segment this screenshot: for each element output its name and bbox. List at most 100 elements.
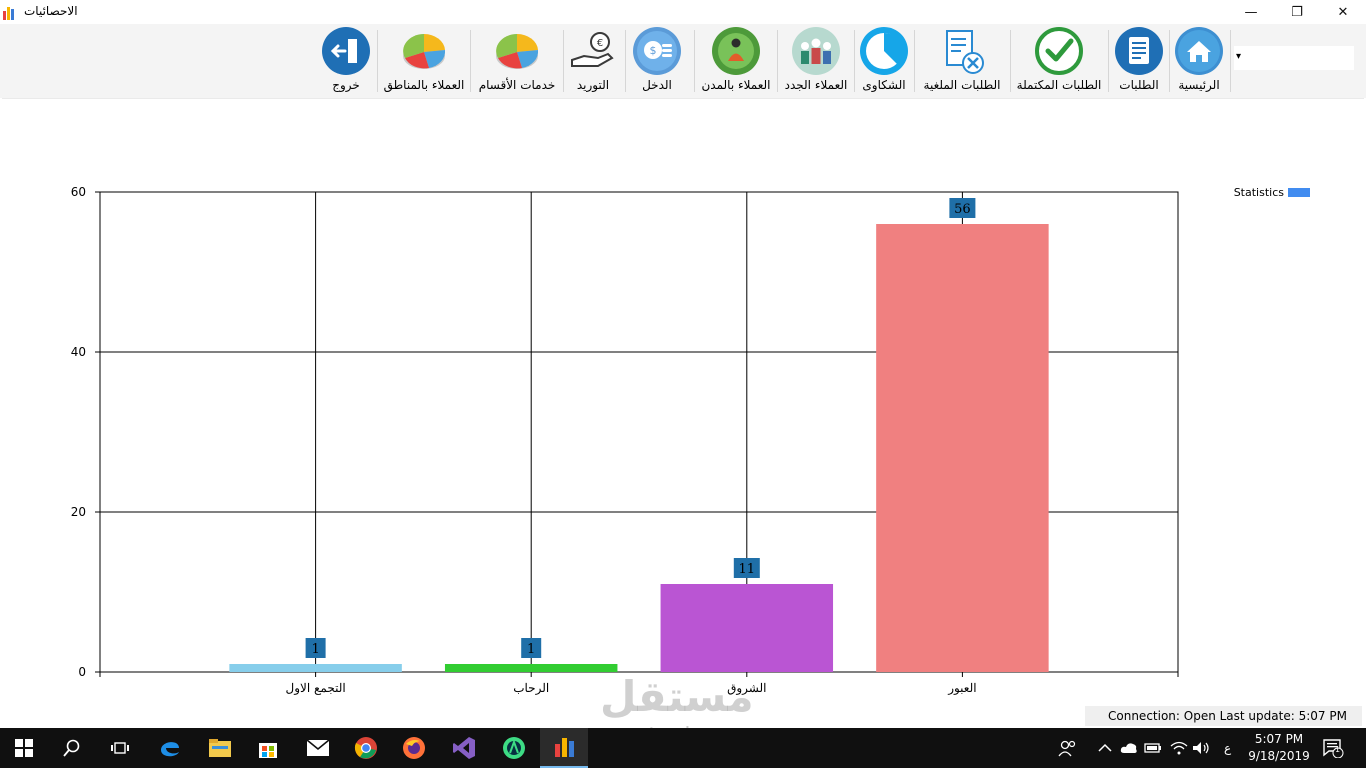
file-explorer-icon <box>209 739 231 757</box>
toolbar-separator <box>377 30 378 92</box>
input-language[interactable]: ع <box>1224 728 1231 768</box>
mail-icon <box>306 739 330 756</box>
store-icon <box>259 743 277 758</box>
department-services-button[interactable]: خدمات الأقسام <box>474 24 560 94</box>
bar <box>660 584 834 672</box>
window-title: الاحصائيات <box>24 4 78 18</box>
legend-label: Statistics <box>1234 186 1285 199</box>
people-icon <box>1058 740 1076 757</box>
wifi-icon <box>1170 741 1188 755</box>
complaints-button[interactable]: الشكاوى <box>857 24 911 94</box>
battery-tray[interactable] <box>1144 728 1162 768</box>
clock-time: 5:07 PM <box>1254 732 1304 746</box>
cancelled-requests-button[interactable]: الطلبات الملغية <box>918 24 1006 94</box>
pie-chart-icon <box>403 33 446 69</box>
income-button[interactable]: $ الدخل <box>630 24 684 94</box>
stats-app-taskbar-button[interactable] <box>540 728 588 768</box>
firefox-icon <box>403 737 425 759</box>
exit-button[interactable]: خروج <box>318 24 374 94</box>
chevron-down-icon[interactable]: ▾ <box>1236 51 1241 62</box>
new-customers-label: العملاء الجدد <box>784 78 848 92</box>
notification-icon <box>1323 739 1344 758</box>
toolbar-separator <box>694 30 695 92</box>
visual-studio-button[interactable] <box>440 728 488 768</box>
people-icon-wrap[interactable] <box>1058 728 1078 768</box>
complaints-label: الشكاوى <box>862 78 906 92</box>
taskbar: ع 5:07 PM 9/18/2019 1 <box>0 728 1366 768</box>
hand-money-icon: € <box>571 32 614 67</box>
cancelled-requests-label: الطلبات الملغية <box>923 78 1001 92</box>
edge-button[interactable] <box>146 728 194 768</box>
start-icon <box>15 739 33 757</box>
home-icon <box>1175 27 1223 75</box>
exit-label: خروج <box>332 78 360 92</box>
minimize-button[interactable]: — <box>1228 0 1274 24</box>
x-tick-label: الرحاب <box>513 681 549 695</box>
svg-text:$: $ <box>650 44 657 57</box>
restore-button[interactable]: ❐ <box>1274 0 1320 24</box>
stats-app-icon <box>3 7 14 20</box>
completed-requests-button[interactable]: الطلبات المكتملة <box>1014 24 1104 94</box>
wifi-tray[interactable] <box>1170 728 1188 768</box>
new-customers-button[interactable]: العملاء الجدد <box>782 24 850 94</box>
mail-button[interactable] <box>294 728 342 768</box>
bar <box>229 664 402 672</box>
people-group-icon <box>792 27 840 75</box>
x-tick-label: الشروق <box>727 681 766 695</box>
toolbar-separator <box>563 30 564 92</box>
toolbar-separator <box>470 30 471 92</box>
visual-studio-icon <box>453 737 475 759</box>
tray-chevron[interactable] <box>1098 728 1112 768</box>
income-label: الدخل <box>642 78 672 92</box>
firefox-button[interactable] <box>390 728 438 768</box>
close-button[interactable]: ✕ <box>1320 0 1366 24</box>
toolbar-separator <box>1230 30 1231 92</box>
toolbar-combo[interactable] <box>1234 46 1354 70</box>
chrome-button[interactable] <box>342 728 390 768</box>
action-center[interactable]: 1 <box>1322 728 1344 768</box>
start-button[interactable] <box>0 728 48 768</box>
cloud-icon <box>1120 743 1137 753</box>
requests-button[interactable]: الطلبات <box>1112 24 1166 94</box>
data-label: 1 <box>311 642 319 657</box>
title-bar: الاحصائيات — ❐ ✕ <box>0 0 1366 24</box>
store-button[interactable] <box>244 728 292 768</box>
globe-person-icon <box>712 27 760 75</box>
cancelled-document-icon <box>946 30 984 74</box>
y-tick-label: 60 <box>71 185 86 199</box>
search-button[interactable] <box>48 728 96 768</box>
document-icon <box>1115 27 1163 75</box>
department-services-label: خدمات الأقسام <box>478 78 556 92</box>
toolbar-separator <box>625 30 626 92</box>
notification-count: 1 <box>1335 745 1341 754</box>
clock-date: 9/18/2019 <box>1248 749 1310 763</box>
status-bar: Connection: Open Last update: 5:07 PM <box>1085 706 1362 726</box>
android-studio-icon <box>503 737 525 759</box>
coins-icon: $ <box>633 27 681 75</box>
taskbar-clock[interactable]: 5:07 PM 9/18/2019 <box>1244 731 1314 765</box>
battery-icon <box>1144 743 1161 753</box>
bar-chart: 1 11156 0204060التجمع الاول الرحاب الشروق ال… <box>71 185 1310 695</box>
toolbar-separator <box>1010 30 1011 92</box>
android-studio-button[interactable] <box>490 728 538 768</box>
bar <box>876 224 1049 672</box>
y-tick-label: 0 <box>78 665 86 679</box>
customers-by-regions-button[interactable]: العملاء بالمناطق <box>380 24 468 94</box>
x-tick-label: التجمع الاول <box>286 681 346 695</box>
data-label: 1 <box>527 642 535 657</box>
task-view-button[interactable] <box>96 728 144 768</box>
toolbar-separator <box>1169 30 1170 92</box>
file-explorer-button[interactable] <box>196 728 244 768</box>
toolbar-separator <box>914 30 915 92</box>
supply-button[interactable]: € التوريد <box>566 24 620 94</box>
volume-tray[interactable] <box>1192 728 1210 768</box>
main-toolbar: ▾ الرئيسية الطلبات الطلبات المكتملة الطل… <box>0 24 1366 98</box>
stats-app-icon <box>555 738 574 757</box>
completed-requests-label: الطلبات المكتملة <box>1016 78 1102 92</box>
onedrive-tray[interactable] <box>1120 728 1138 768</box>
svg-text:€: € <box>597 38 603 49</box>
search-icon <box>63 739 80 757</box>
customers-by-cities-button[interactable]: العملاء بالمدن <box>700 24 772 94</box>
toolbar-separator <box>1108 30 1109 92</box>
home-button[interactable]: الرئيسية <box>1172 24 1226 94</box>
